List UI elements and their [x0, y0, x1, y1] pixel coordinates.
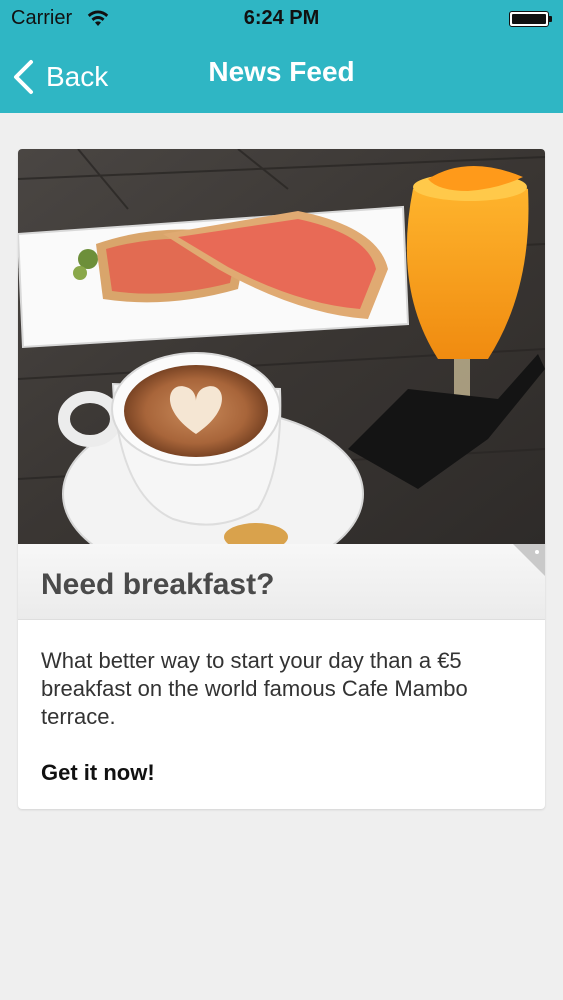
- status-bar: Carrier 6:24 PM: [0, 0, 563, 40]
- news-card[interactable]: Need breakfast? What better way to start…: [18, 149, 545, 809]
- card-title: Need breakfast?: [41, 568, 275, 601]
- page-title: News Feed: [208, 56, 355, 87]
- card-description: What better way to start your day than a…: [41, 648, 468, 729]
- card-header: Need breakfast?: [18, 544, 545, 620]
- navigation-bar: Carrier 6:24 PM Back News Feed: [0, 0, 563, 113]
- corner-fold-icon: [513, 544, 545, 576]
- breakfast-photo: [18, 149, 545, 544]
- status-time: 6:24 PM: [243, 7, 320, 29]
- battery-icon: [509, 11, 553, 27]
- get-it-now-link[interactable]: Get it now!: [41, 760, 155, 786]
